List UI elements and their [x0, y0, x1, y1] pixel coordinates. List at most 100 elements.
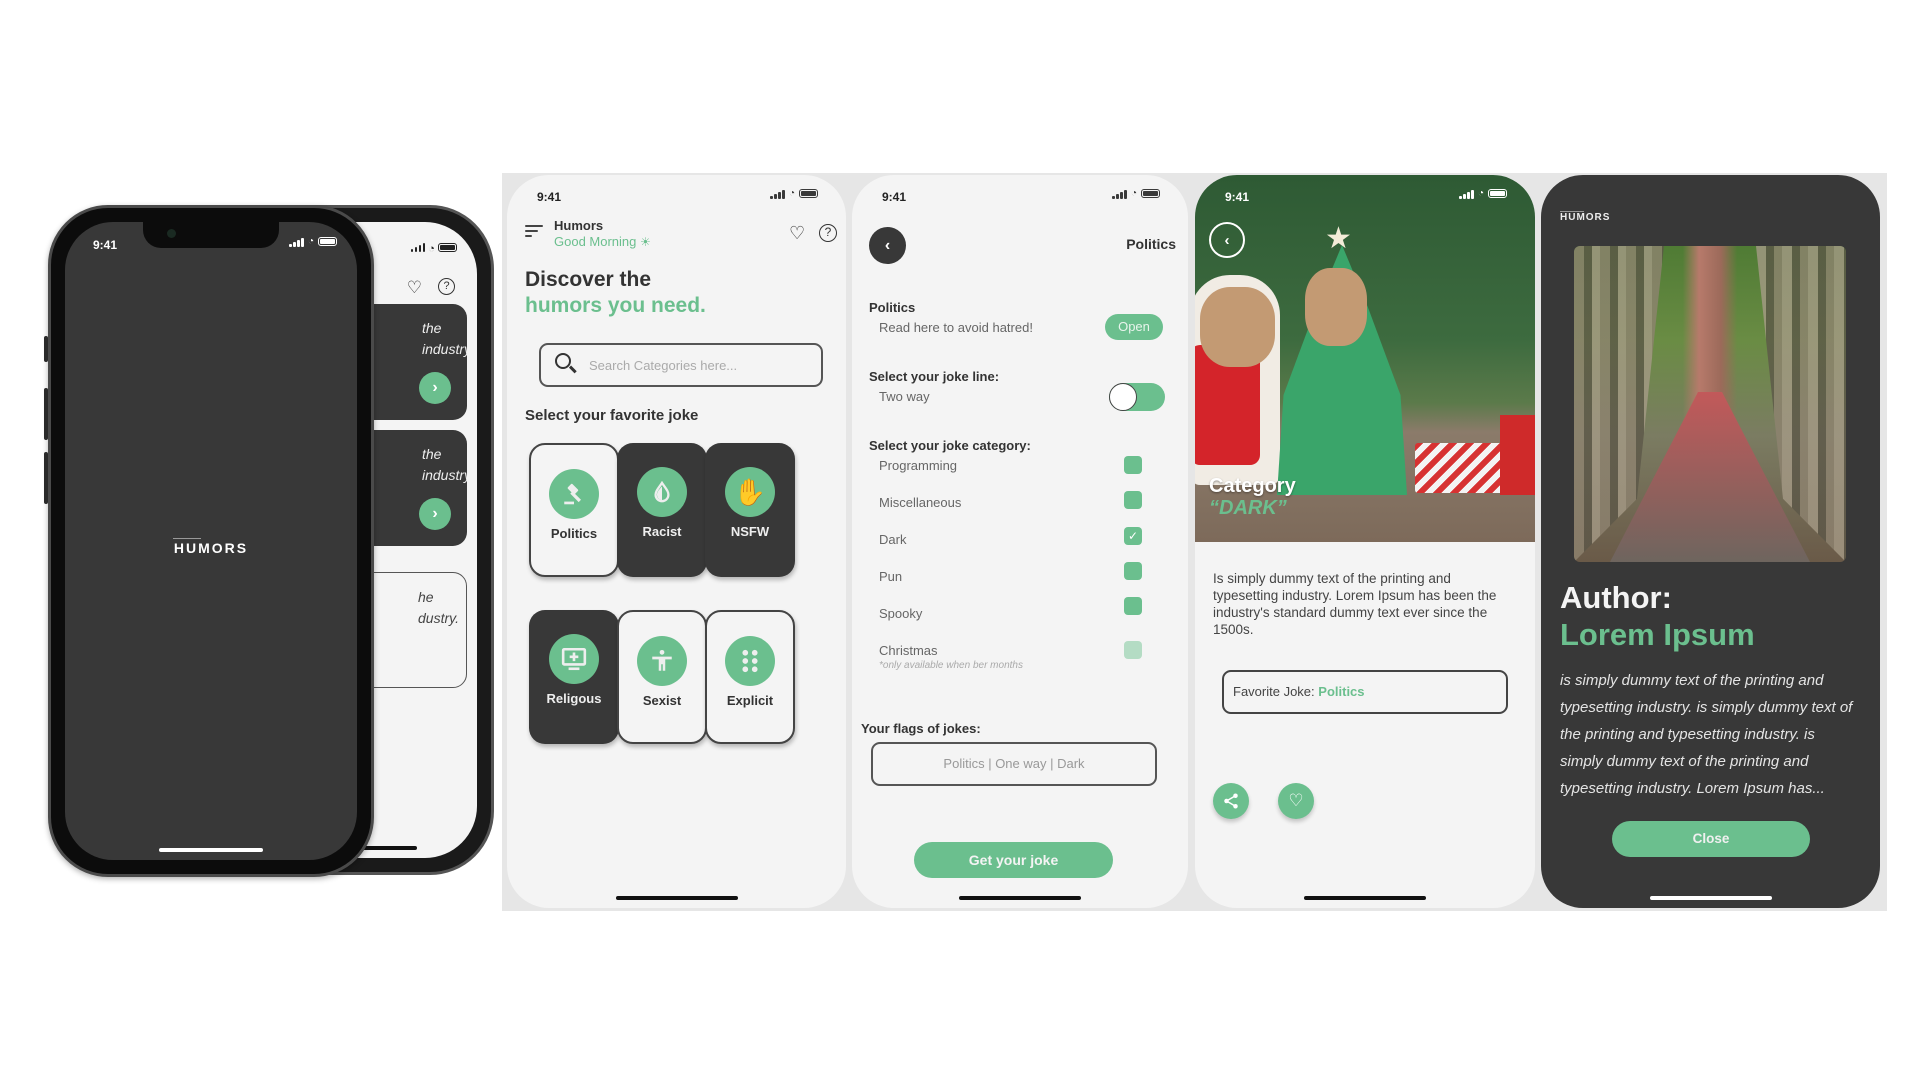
- category-label: Sexist: [642, 693, 682, 708]
- availability-note: *only available when ber months: [879, 660, 1023, 671]
- monitor-plus-icon: [549, 634, 599, 684]
- checkbox-programming[interactable]: [1124, 456, 1142, 474]
- author-photo: [1574, 246, 1846, 562]
- help-icon[interactable]: ?: [438, 278, 455, 295]
- close-button[interactable]: Close: [1612, 821, 1810, 857]
- wifi-icon: ◔: [428, 243, 435, 255]
- category-card-explicit[interactable]: Explicit: [705, 610, 795, 744]
- card-text: the: [422, 320, 442, 336]
- camera-icon: [167, 229, 176, 238]
- app-logo: HUMORS: [1560, 211, 1611, 223]
- status-icons: ◔: [1112, 188, 1160, 199]
- category-option-label: Christmas: [879, 643, 938, 658]
- author-bio: is simply dummy text of the printing and…: [1560, 672, 1853, 797]
- category-card-politics[interactable]: Politics: [529, 443, 619, 577]
- card-text: dustry.: [418, 610, 459, 626]
- get-joke-button[interactable]: Get your joke: [914, 842, 1113, 878]
- joke-detail-screen: ★ 9:41 ◔ ‹ Category “DARK” Is simply dum…: [1195, 175, 1535, 908]
- signal-icon: [1459, 189, 1474, 199]
- card-text: industry.: [422, 467, 467, 483]
- open-button[interactable]: Open: [1105, 314, 1163, 340]
- splash-screen: 9:41 ◔ HUMORS: [65, 222, 357, 860]
- checkbox-pun[interactable]: [1124, 562, 1142, 580]
- status-icons: ◔: [1459, 188, 1507, 199]
- sun-cloud-icon: ☀: [640, 235, 651, 249]
- battery-icon: [438, 243, 457, 252]
- joke-settings-screen: 9:41 ◔ ‹ Politics Politics Read here to …: [852, 175, 1188, 908]
- joke-line-toggle[interactable]: [1109, 383, 1165, 411]
- category-option-label: Pun: [879, 569, 903, 584]
- battery-icon: [799, 189, 818, 198]
- category-option-label: Miscellaneous: [879, 495, 962, 510]
- chevron-right-icon[interactable]: ›: [419, 498, 451, 530]
- volume-down-button: [44, 452, 48, 504]
- share-button[interactable]: [1213, 783, 1249, 819]
- favorite-label: Favorite Joke:: [1233, 684, 1315, 699]
- section-title: Select your favorite joke: [525, 407, 699, 424]
- home-indicator: [159, 848, 263, 852]
- battery-icon: [1488, 189, 1507, 198]
- card-text: industry.: [422, 341, 467, 357]
- author-screen: HUMORS Author: Lorem Ipsum is simply dum…: [1541, 175, 1880, 908]
- home-indicator: [959, 896, 1081, 900]
- joke-line-heading: Select your joke line:: [869, 369, 1000, 384]
- wifi-icon: ◔: [307, 236, 314, 247]
- card-text: he: [418, 589, 434, 605]
- category-card-racist[interactable]: Racist: [617, 443, 707, 577]
- signal-icon: [1112, 189, 1127, 199]
- back-button[interactable]: ‹: [1209, 222, 1245, 258]
- star-icon: ★: [1325, 222, 1352, 255]
- heart-icon[interactable]: ♡: [789, 223, 805, 244]
- search-input[interactable]: [589, 345, 809, 385]
- flags-field[interactable]: Politics | One way | Dark: [871, 742, 1157, 786]
- favorite-joke-field[interactable]: Favorite Joke: Politics: [1222, 670, 1508, 714]
- card-text: the: [422, 446, 442, 462]
- checkbox-spooky[interactable]: [1124, 597, 1142, 615]
- greeting: Good Morning ☀: [554, 234, 651, 249]
- category-card-sexist[interactable]: Sexist: [617, 610, 707, 744]
- gavel-icon: [549, 469, 599, 519]
- topic-heading: Politics: [869, 300, 916, 315]
- hand-stop-icon: ✋: [725, 467, 775, 517]
- chevron-right-icon[interactable]: ›: [419, 372, 451, 404]
- menu-icon[interactable]: [525, 225, 543, 240]
- person-icon: [637, 636, 687, 686]
- checkbox-miscellaneous[interactable]: [1124, 491, 1142, 509]
- help-icon[interactable]: ?: [819, 224, 837, 242]
- battery-icon: [318, 237, 337, 246]
- favorite-button[interactable]: ♡: [1278, 783, 1314, 819]
- category-option-label: Programming: [879, 458, 958, 473]
- author-heading: Author:: [1560, 580, 1672, 615]
- favorite-value: Politics: [1318, 684, 1365, 699]
- category-value: “DARK”: [1209, 497, 1287, 519]
- check-icon: ✓: [1127, 529, 1139, 543]
- wifi-icon: ◔: [1477, 188, 1484, 199]
- search-box[interactable]: [539, 343, 823, 387]
- chevron-left-icon: ‹: [884, 236, 891, 254]
- category-option-label: Spooky: [879, 606, 923, 621]
- checkbox-dark[interactable]: ✓: [1124, 527, 1142, 545]
- category-label: Category: [1209, 475, 1296, 497]
- screen-title: Politics: [1126, 236, 1176, 252]
- share-icon: [1224, 793, 1238, 809]
- author-name: Lorem Ipsum: [1560, 617, 1755, 652]
- signal-icon: [289, 237, 304, 247]
- flags-heading: Your flags of jokes:: [861, 721, 981, 736]
- category-card-nsfw[interactable]: ✋ NSFW: [705, 443, 795, 577]
- toggle-knob[interactable]: [1109, 383, 1137, 411]
- heart-icon[interactable]: ♡: [407, 278, 422, 298]
- category-card-religous[interactable]: Religous: [529, 610, 619, 744]
- volume-up-button: [44, 388, 48, 440]
- battery-icon: [1141, 189, 1160, 198]
- back-button[interactable]: ‹: [869, 227, 906, 264]
- category-option-label: Dark: [879, 532, 907, 547]
- status-time: 9:41: [1225, 190, 1250, 204]
- headline: Discover the: [525, 268, 652, 291]
- status-time: 9:41: [537, 190, 562, 204]
- headline-accent: humors you need.: [525, 294, 706, 317]
- checkbox-christmas[interactable]: [1124, 641, 1142, 659]
- status-icons: ◔: [410, 242, 457, 255]
- wifi-icon: ◔: [1130, 188, 1137, 199]
- search-icon: [555, 353, 571, 369]
- category-heading: Select your joke category:: [869, 438, 1031, 453]
